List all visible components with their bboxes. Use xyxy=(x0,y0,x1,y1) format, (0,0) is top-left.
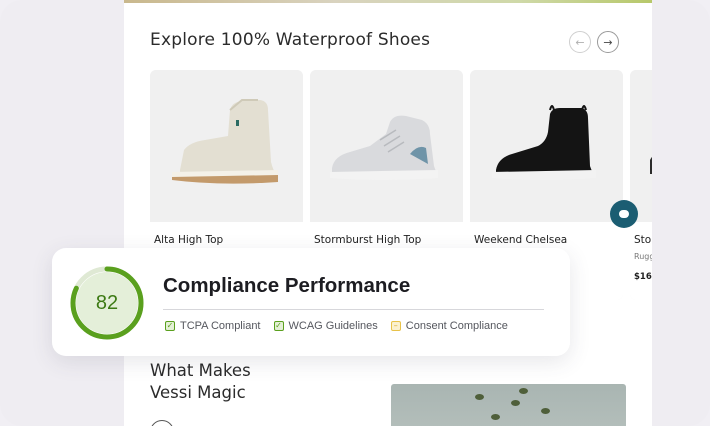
minus-icon: – xyxy=(390,321,401,331)
leaf-shape xyxy=(511,400,520,406)
carousel-prev-button[interactable]: ← xyxy=(569,31,591,53)
arrow-left-icon: ← xyxy=(575,35,585,49)
leaf-shape xyxy=(475,394,484,400)
product-name: Stormburst High Top xyxy=(314,234,422,246)
leaf-shape xyxy=(519,388,528,394)
compliance-card: 82 Compliance Performance ✓ TCPA Complia… xyxy=(52,248,570,356)
leaf-shape xyxy=(491,414,500,420)
divider xyxy=(163,309,544,310)
product-card[interactable]: Stor Rugg $160 xyxy=(630,70,652,300)
score-ring: 82 xyxy=(69,265,145,341)
compliance-title: Compliance Performance xyxy=(163,274,411,297)
screenshot-frame: Explore 100% Waterproof Shoes ← → Alta H… xyxy=(0,0,710,426)
product-info: Stor Rugg $160 xyxy=(630,222,652,300)
arrow-right-icon: → xyxy=(603,35,613,49)
chat-bubble-icon xyxy=(619,210,629,218)
product-price: $160 xyxy=(634,272,652,282)
carousel-next-button[interactable]: → xyxy=(597,31,619,53)
check-icon: ✓ xyxy=(273,321,284,331)
section-title: Explore 100% Waterproof Shoes xyxy=(150,30,431,50)
magic-title-line: Vessi Magic xyxy=(150,383,246,402)
compliance-badge: ✓ TCPA Compliant xyxy=(165,320,261,332)
score-value: 82 xyxy=(95,291,119,314)
store-page: Explore 100% Waterproof Shoes ← → Alta H… xyxy=(124,0,652,426)
badge-label: WCAG Guidelines xyxy=(288,320,378,332)
product-image xyxy=(150,70,303,222)
magic-section-image xyxy=(391,384,626,426)
compliance-badge: – Consent Compliance xyxy=(390,320,508,332)
compliance-badge: ✓ WCAG Guidelines xyxy=(273,320,378,332)
check-icon: ✓ xyxy=(165,321,175,331)
compliance-badges: ✓ TCPA Compliant ✓ WCAG Guidelines – Con… xyxy=(165,319,521,333)
play-icon[interactable] xyxy=(150,420,174,426)
product-image xyxy=(630,70,652,222)
product-subtitle: Rugg xyxy=(634,252,652,261)
magic-title-line: What Makes xyxy=(150,361,251,380)
leaf-shape xyxy=(541,408,550,414)
badge-label: Consent Compliance xyxy=(405,320,508,332)
chat-button[interactable] xyxy=(610,200,638,228)
magic-section-title: What Makes Vessi Magic xyxy=(150,360,350,404)
hero-image-edge xyxy=(124,0,652,3)
product-name: Weekend Chelsea xyxy=(474,234,568,246)
product-image xyxy=(310,70,463,222)
product-name: Stor xyxy=(634,234,652,246)
badge-label: TCPA Compliant xyxy=(180,320,261,332)
product-name: Alta High Top xyxy=(154,234,224,246)
product-image xyxy=(470,70,623,222)
